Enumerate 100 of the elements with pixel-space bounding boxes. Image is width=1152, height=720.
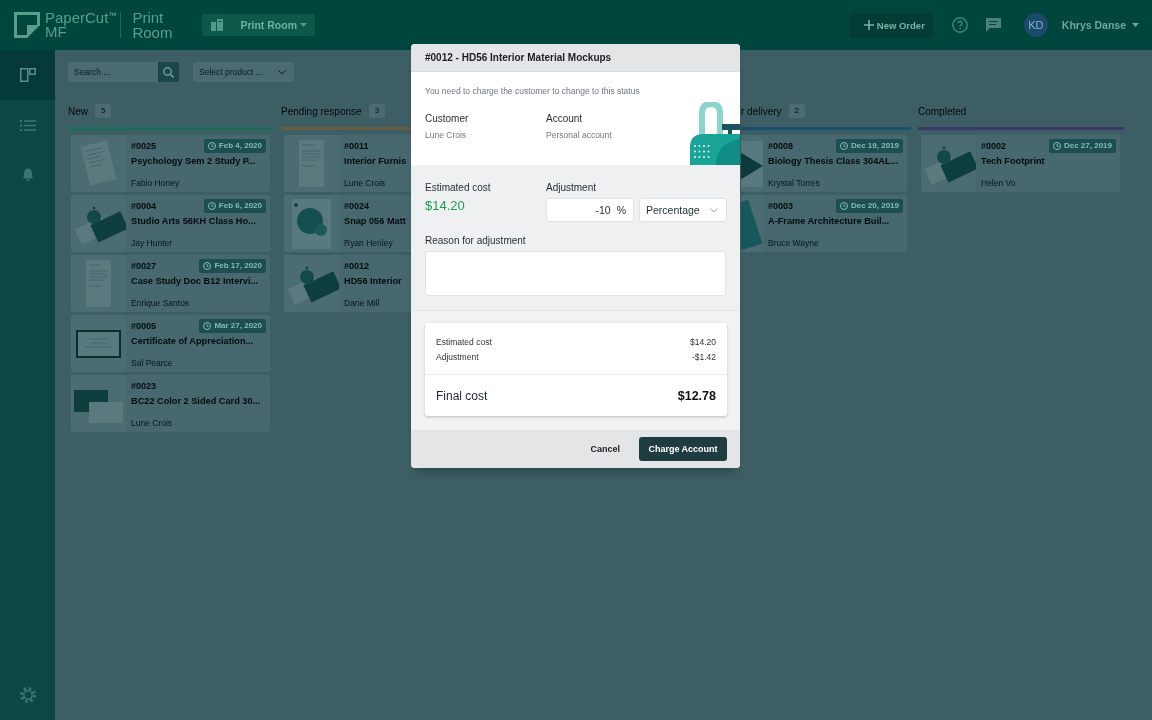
field-label: Account: [546, 113, 583, 125]
due-date: Dec 20, 2019: [850, 201, 899, 211]
customer-name: Krystal Torres: [768, 177, 820, 189]
order-number: #0005: [131, 320, 157, 332]
search-button[interactable]: [158, 62, 179, 82]
help-icon[interactable]: [951, 17, 968, 33]
new-order-button[interactable]: New Order: [849, 12, 933, 38]
adjustment-type-select[interactable]: Percentage: [639, 198, 727, 222]
field-label: Adjustment: [546, 182, 597, 194]
customer-name: Lune Crois: [344, 177, 386, 189]
brand-edition: MF: [45, 25, 67, 39]
order-number: #0011: [344, 140, 369, 152]
order-title: HD56 Interior: [344, 275, 402, 288]
order-title: Snap 056 Matt: [344, 215, 406, 228]
customer-value: Lune Crois: [425, 129, 467, 141]
due-date: Feb 4, 2020: [218, 141, 262, 151]
chevron-icon: [710, 207, 718, 213]
summary-value: $14.20: [690, 336, 716, 347]
clock-icon: [207, 142, 216, 150]
charge-account-button[interactable]: Charge Account: [639, 437, 727, 461]
reason-field[interactable]: [425, 251, 726, 296]
plus-icon: [863, 20, 874, 30]
order-title: BC22 Color 2 Sided Card 30...: [131, 395, 261, 408]
order-card[interactable]: #0023 BC22 Color 2 Sided Card 30... Lune Crois: [71, 375, 270, 432]
summary-value: -$1.42: [691, 351, 716, 362]
account-value: Personal account: [546, 129, 612, 141]
dialog-message: You need to charge the customer to change to this status: [425, 85, 640, 97]
workspace-menu[interactable]: Print Room: [202, 14, 316, 36]
final-cost-value: $12.78: [677, 388, 716, 403]
adjustment-field[interactable]: -10 %: [546, 198, 634, 222]
search-field[interactable]: Search ...: [68, 62, 158, 82]
customer-name: Bruce Wayne: [768, 237, 819, 249]
order-number: #0024: [344, 200, 370, 212]
order-number: #0002: [981, 140, 1007, 152]
estimated-cost-value: $14.20: [425, 198, 465, 214]
order-title: A-Frame Architecture Buil...: [768, 215, 890, 228]
clock-icon: [839, 142, 848, 150]
order-title: Case Study Doc B12 Intervi...: [131, 275, 259, 288]
order-number: #0027: [131, 260, 157, 272]
summary-label: Adjustment: [436, 351, 479, 362]
order-card[interactable]: #0008 Dec 19, 2019 Biology Thesis Class 304AL... Krystal Torres: [741, 135, 907, 192]
order-title: Psychology Sem 2 Study P...: [131, 155, 256, 168]
user-menu[interactable]: Khrys Danse: [1061, 19, 1139, 31]
field-label: Reason for adjustment: [425, 235, 526, 247]
list-icon: [19, 119, 36, 131]
field-label: Estimated cost: [425, 182, 491, 194]
user-avatar[interactable]: KD: [1023, 13, 1048, 37]
logo-icon: [14, 12, 40, 38]
customer-name: Ryan Henley: [344, 237, 393, 249]
customer-name: Sal Pearce: [131, 357, 173, 369]
card-count: 3: [368, 104, 386, 118]
chat-icon[interactable]: [985, 18, 1001, 32]
customer-name: Jay Hunter: [131, 237, 173, 249]
search-icon: [163, 66, 174, 78]
due-date: Dec 27, 2019: [1063, 141, 1112, 151]
chevron-icon: [278, 69, 286, 75]
clock-icon: [203, 322, 212, 330]
nav-button[interactable]: [0, 50, 55, 100]
clock-icon: [207, 202, 216, 210]
clock-icon: [839, 202, 848, 210]
due-date: Feb 17, 2020: [214, 261, 262, 271]
order-number: #0004: [131, 200, 157, 212]
order-number: #0012: [344, 260, 370, 272]
card-count: 5: [95, 104, 112, 118]
card-count: 2: [788, 104, 806, 118]
settings-icon: [19, 687, 36, 703]
order-number: #0008: [768, 140, 794, 152]
order-title: Biology Thesis Class 304AL...: [768, 155, 899, 168]
column-title: r delivery: [741, 105, 782, 117]
summary-label: Estimated cost: [436, 336, 492, 347]
field-label: Customer: [425, 113, 469, 125]
order-number: #0003: [768, 200, 794, 212]
brand-name: PaperCut$^{™}$: [45, 11, 117, 25]
product-name: Print Room: [132, 10, 173, 40]
customer-name: Fabio Honey: [131, 177, 180, 189]
customer-name: Lune Crois: [131, 417, 173, 429]
product-select[interactable]: Select product ...: [193, 62, 294, 82]
customer-name: Dane Mill: [344, 297, 380, 309]
order-number: #0023: [131, 380, 157, 392]
order-card[interactable]: #0003 Dec 20, 2019 A-Frame Architecture Buil... Bruce Wayne: [741, 195, 907, 252]
caret-icon: [1132, 23, 1139, 27]
order-title: Tech Footprint: [981, 155, 1045, 168]
column-title: Completed: [918, 105, 967, 117]
column-title: New: [68, 105, 88, 117]
cancel-button[interactable]: Cancel: [590, 440, 620, 458]
customer-name: Enrique Santos: [131, 297, 190, 309]
order-number: #0025: [131, 140, 157, 152]
board-icon: [19, 68, 36, 82]
documents-icon: [211, 19, 224, 31]
customer-name: Helen Vo: [981, 177, 1016, 189]
column-title: Pending response: [281, 105, 362, 117]
final-cost-label: Final cost: [436, 388, 488, 403]
clock-icon: [1052, 142, 1061, 150]
order-title: Studio Arts 56KH Class Ho...: [131, 215, 256, 228]
clock-icon: [203, 262, 212, 270]
order-title: Interior Furnis: [344, 155, 407, 168]
bell-icon: [21, 168, 34, 182]
due-date: Dec 19, 2019: [850, 141, 899, 151]
dialog-title: #0012 - HD56 Interior Material Mockups: [425, 52, 612, 63]
caret-icon: [300, 23, 308, 27]
